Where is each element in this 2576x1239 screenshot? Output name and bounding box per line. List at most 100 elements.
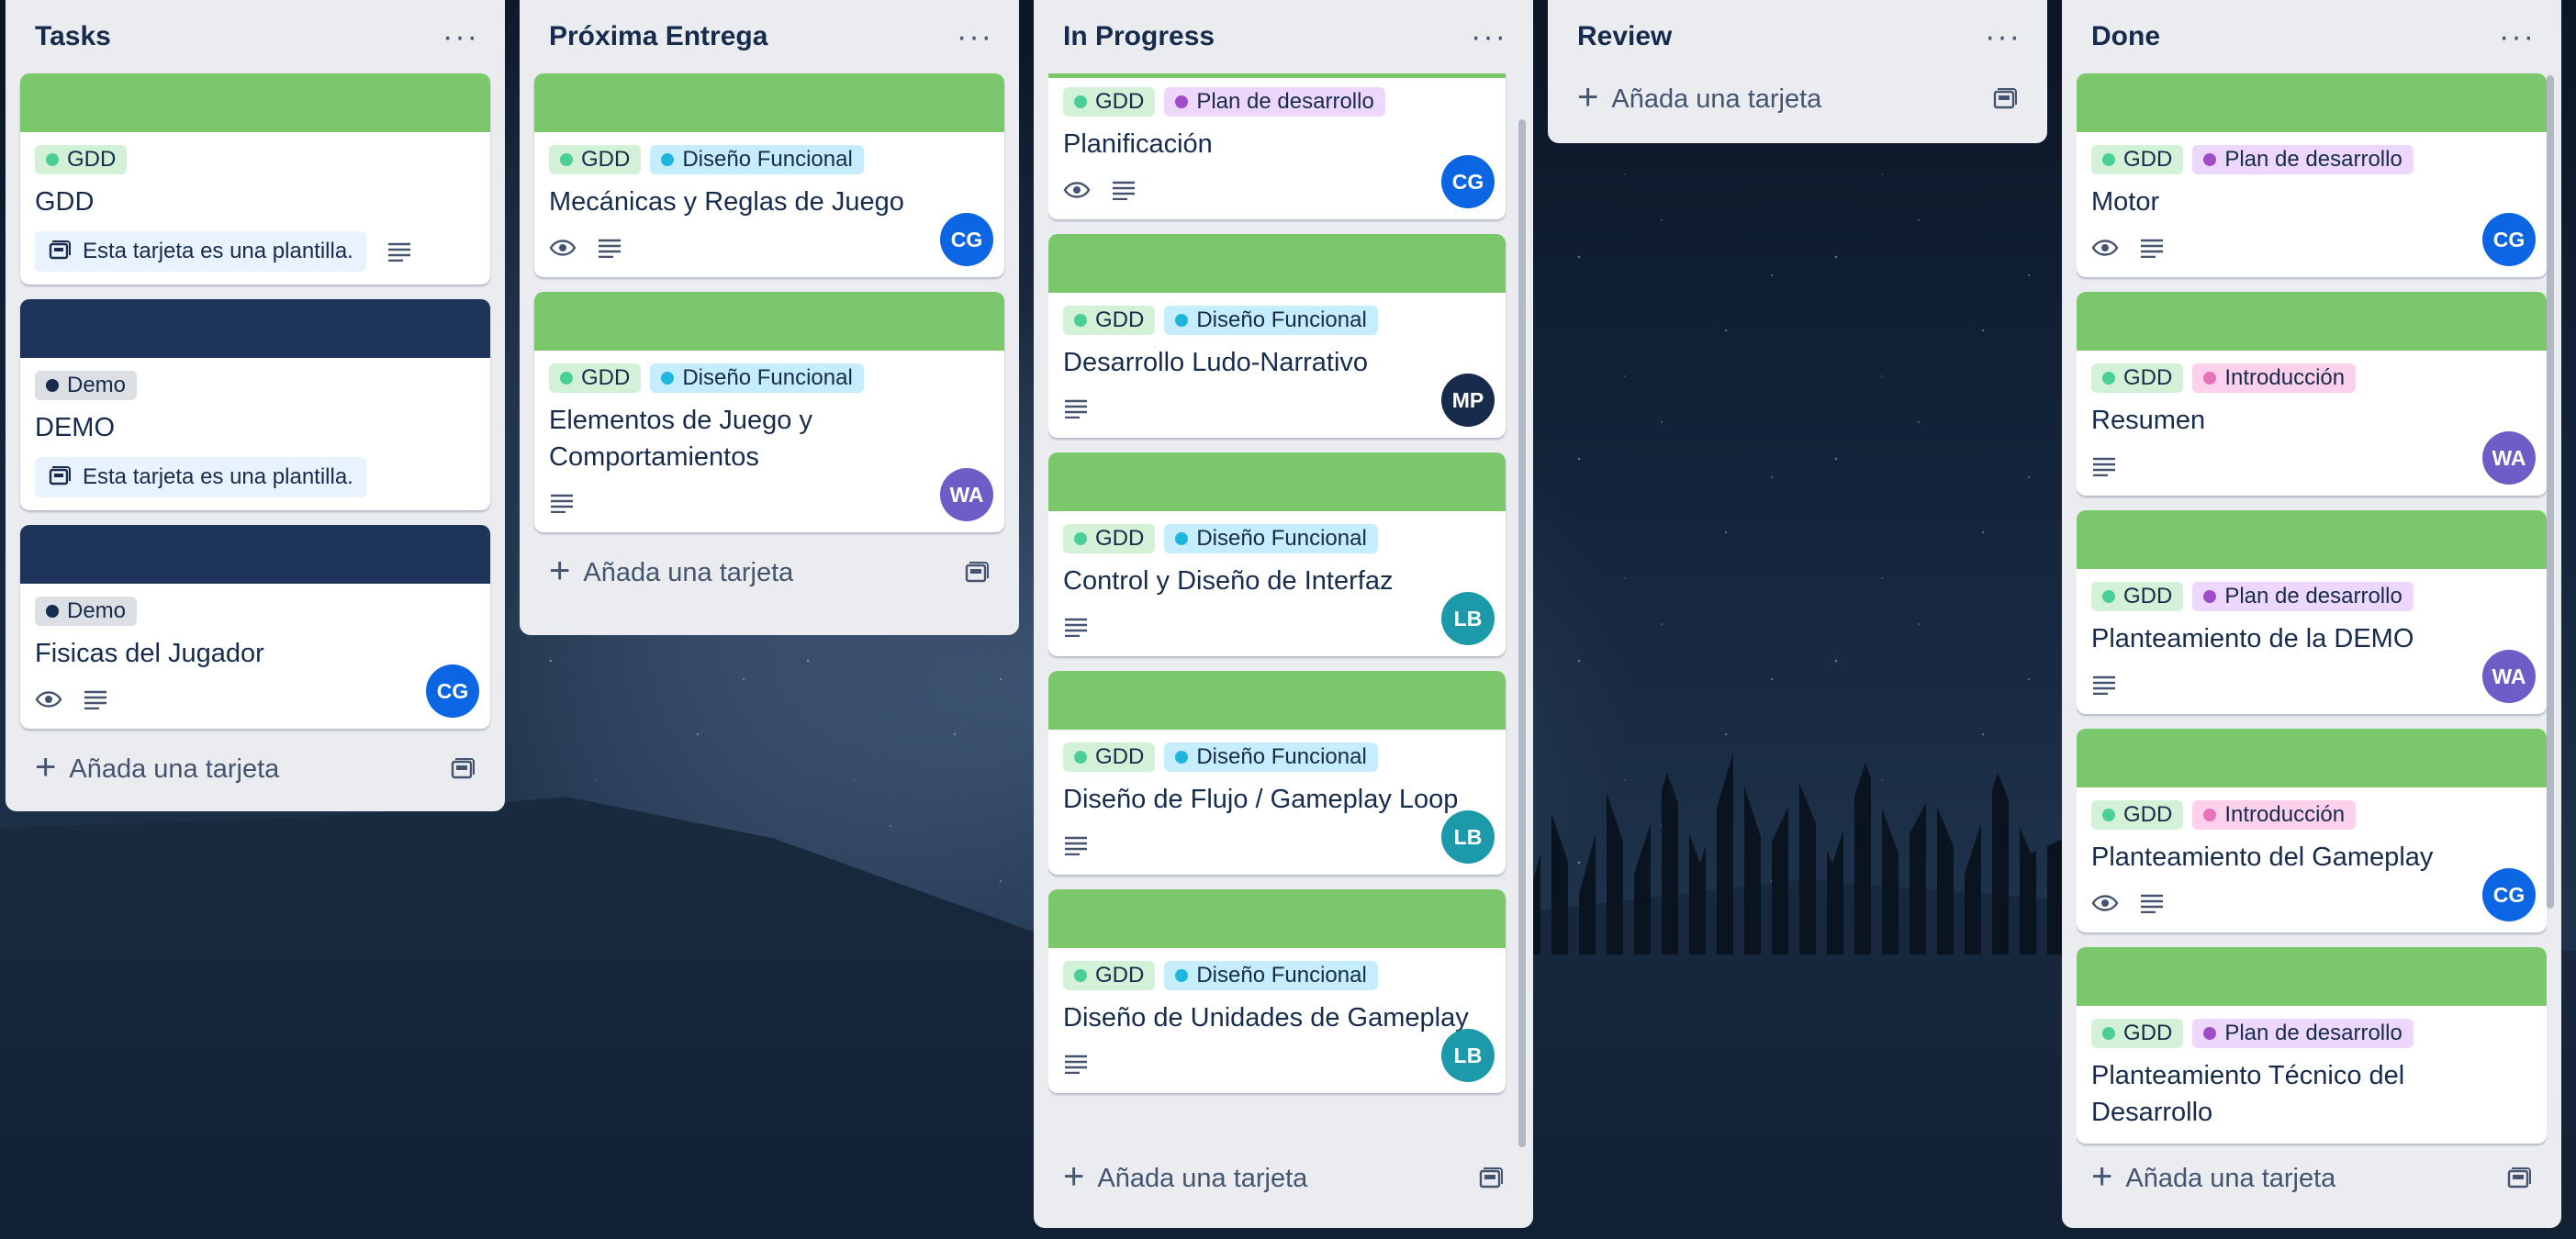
card-cover [2077,292,2547,351]
add-card-button[interactable]: + Añada una tarjeta [2077,1153,2547,1204]
label-dot [1074,969,1087,982]
card-resumen[interactable]: GDD Introducción Resumen WA [2077,292,2547,496]
avatar[interactable]: CG [426,664,479,718]
eye-icon [549,240,577,256]
label-introduccion[interactable]: Introducción [2192,800,2357,830]
avatar[interactable]: WA [2482,650,2536,703]
description-icon [2093,457,2115,476]
description-icon [2141,894,2163,913]
card-scroll-area[interactable]: GDD Plan de desarrollo Motor CG GDD Intr… [2077,73,2547,1149]
card-demo[interactable]: Demo DEMO Esta tarjeta es una plantilla. [20,299,490,510]
avatar[interactable]: WA [940,468,993,521]
add-card-button[interactable]: + Añada una tarjeta [1562,73,2033,125]
template-card-icon[interactable] [1478,1166,1504,1190]
card-desarrollo-ludo-narrativo[interactable]: GDD Diseño Funcional Desarrollo Ludo-Nar… [1048,234,1506,438]
avatar[interactable]: LB [1441,810,1495,864]
card-planteamiento-tecnico[interactable]: GDD Plan de desarrollo Planteamiento Téc… [2077,947,2547,1144]
ellipsis-icon[interactable]: ··· [442,21,490,52]
label-diseno-funcional[interactable]: Diseño Funcional [1164,524,1378,553]
label-gdd[interactable]: GDD [1063,742,1156,772]
avatar[interactable]: LB [1441,1029,1495,1082]
card-cover [2077,73,2547,132]
label-plan-de-desarrollo[interactable]: Plan de desarrollo [2192,582,2414,611]
card-mecanicas[interactable]: GDD Diseño Funcional Mecánicas y Reglas … [534,73,1004,277]
avatar[interactable]: LB [1441,592,1495,645]
template-card-icon[interactable] [1992,87,2018,111]
template-card-icon[interactable] [964,561,990,585]
ellipsis-icon[interactable]: ··· [957,21,1004,52]
add-card-button[interactable]: + Añada una tarjeta [20,743,490,795]
label-gdd[interactable]: GDD [549,145,642,174]
label-gdd[interactable]: GDD [35,145,128,174]
description-icon [1065,618,1087,637]
card-fisicas-del-jugador[interactable]: Demo Fisicas del Jugador CG [20,525,490,729]
description-icon [1065,399,1087,419]
card-elementos-de-juego[interactable]: GDD Diseño Funcional Elementos de Juego … [534,292,1004,532]
avatar[interactable]: CG [2482,213,2536,266]
card-motor[interactable]: GDD Plan de desarrollo Motor CG [2077,73,2547,277]
add-card-button[interactable]: + Añada una tarjeta [534,547,1004,598]
card-planteamiento-de-la-demo[interactable]: GDD Plan de desarrollo Planteamiento de … [2077,510,2547,714]
card-title: Diseño de Flujo / Gameplay Loop [1063,785,1459,814]
card-title: DEMO [35,413,115,442]
label-introduccion[interactable]: Introducción [2192,363,2357,393]
list-title: In Progress [1063,21,1215,51]
label-text: GDD [1095,963,1145,988]
label-gdd[interactable]: GDD [2091,145,2184,174]
label-diseno-funcional[interactable]: Diseño Funcional [1164,961,1378,990]
label-demo[interactable]: Demo [35,597,138,626]
label-demo[interactable]: Demo [35,371,138,400]
label-gdd[interactable]: GDD [1063,524,1156,553]
template-card-icon[interactable] [450,757,476,781]
label-gdd[interactable]: GDD [1063,961,1156,990]
label-plan-de-desarrollo[interactable]: Plan de desarrollo [2192,1019,2414,1048]
ellipsis-icon[interactable]: ··· [1985,21,2033,52]
label-diseno-funcional[interactable]: Diseño Funcional [1164,306,1378,335]
avatar[interactable]: MP [1441,374,1495,427]
label-text: GDD [1095,89,1145,114]
label-dot [1175,314,1189,327]
ellipsis-icon[interactable]: ··· [1471,21,1518,52]
add-card-label: Añada una tarjeta [69,753,280,784]
card-diseno-de-flujo[interactable]: GDD Diseño Funcional Diseño de Flujo / G… [1048,671,1506,875]
card-diseno-de-unidades[interactable]: GDD Diseño Funcional Diseño de Unidades … [1048,889,1506,1093]
card-title: Planteamiento del Gameplay [2091,843,2434,872]
label-text: GDD [1095,744,1145,769]
label-dot [1074,95,1087,108]
label-gdd[interactable]: GDD [1063,87,1156,117]
label-diseno-funcional[interactable]: Diseño Funcional [650,145,864,174]
label-plan-de-desarrollo[interactable]: Plan de desarrollo [1164,87,1385,117]
label-gdd[interactable]: GDD [2091,1019,2184,1048]
label-gdd[interactable]: GDD [1063,306,1156,335]
label-diseno-funcional[interactable]: Diseño Funcional [1164,742,1378,772]
label-gdd[interactable]: GDD [2091,582,2184,611]
card-cover [2077,510,2547,569]
label-plan-de-desarrollo[interactable]: Plan de desarrollo [2192,145,2414,174]
label-dot [1074,532,1087,545]
card-gdd[interactable]: GDD GDD Esta tarjeta es una plantilla. [20,73,490,285]
card-title: Elementos de Juego y Comportamientos [549,406,812,472]
ellipsis-icon[interactable]: ··· [2499,21,2547,52]
label-gdd[interactable]: GDD [2091,800,2184,830]
avatar[interactable]: CG [940,213,993,266]
label-gdd[interactable]: GDD [549,363,642,393]
scrollbar[interactable] [2547,75,2554,909]
card-title: Motor [2091,187,2160,217]
scrollbar[interactable] [1518,119,1526,1147]
card-title: Diseño de Unidades de Gameplay [1063,1003,1469,1032]
label-text: GDD [2123,147,2173,172]
card-control-y-diseno-de-interfaz[interactable]: GDD Diseño Funcional Control y Diseño de… [1048,452,1506,656]
label-text: Diseño Funcional [1196,526,1367,551]
label-gdd[interactable]: GDD [2091,363,2184,393]
card-planificacion[interactable]: GDD Plan de desarrollo Planificación CG [1048,73,1506,219]
avatar[interactable]: CG [1441,155,1495,208]
template-card-icon[interactable] [2506,1166,2532,1190]
avatar[interactable]: WA [2482,431,2536,485]
avatar[interactable]: CG [2482,868,2536,921]
label-text: Plan de desarrollo [1196,89,1374,114]
card-scroll-area[interactable]: GDD Plan de desarrollo Planificación CG … [1048,73,1518,1145]
card-planteamiento-del-gameplay[interactable]: GDD Introducción Planteamiento del Gamep… [2077,729,2547,932]
add-card-button[interactable]: + Añada una tarjeta [1048,1153,1518,1204]
label-text: GDD [581,365,631,390]
label-diseno-funcional[interactable]: Diseño Funcional [650,363,864,393]
